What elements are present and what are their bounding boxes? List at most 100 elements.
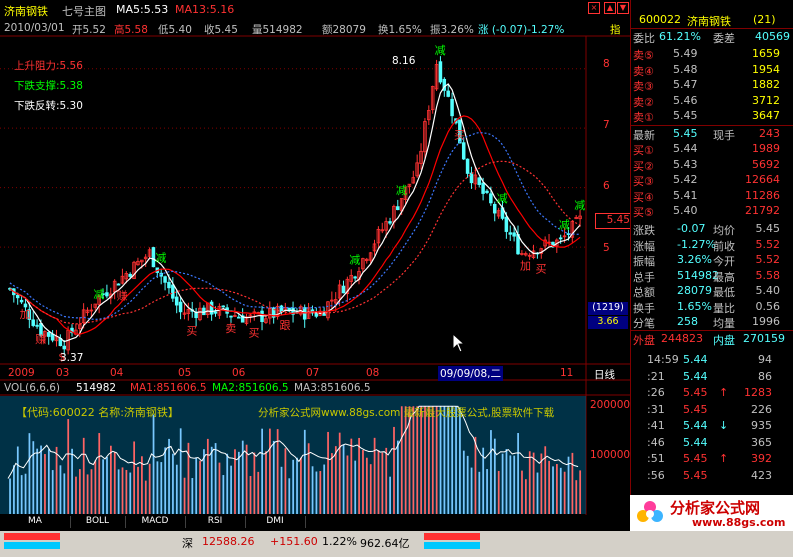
signal-marker: 买 — [186, 325, 197, 338]
volume-bar — [110, 445, 112, 514]
volume-bar — [571, 452, 574, 514]
signal-marker: 减 — [396, 184, 407, 197]
candle-body — [213, 311, 218, 314]
volume-bar — [261, 428, 264, 514]
volume-bar — [82, 437, 85, 514]
volume-bar — [16, 446, 19, 514]
status-bar-cyan-meter — [4, 542, 60, 549]
flower-logo-icon — [636, 499, 664, 527]
status-bar-cyan-meter-2 — [424, 542, 480, 549]
status-bar-red-meter-2 — [424, 533, 480, 540]
volume-bar — [36, 448, 39, 514]
tick-volume: 935 — [751, 419, 772, 432]
weibi-label: 委比 — [633, 32, 655, 45]
axis-price-8: 8 — [603, 58, 610, 70]
volume-bar — [24, 473, 27, 514]
axis-price-7: 7 — [603, 119, 610, 131]
volume-bar — [168, 438, 170, 514]
tab-macd[interactable]: MACD — [125, 516, 186, 528]
axis-price-6: 6 — [603, 180, 610, 192]
candle-body — [353, 276, 357, 279]
outer-value: 244823 — [661, 332, 703, 345]
tick-price: 5.44 — [683, 369, 708, 383]
tab-dmi[interactable]: DMI — [245, 516, 306, 528]
stat-row: 振幅 3.26% 今开 5.52 — [631, 252, 793, 268]
buy-volume: 21792 — [745, 204, 780, 217]
volume-bar — [67, 419, 70, 514]
candle-body — [105, 292, 109, 297]
tab-boll[interactable]: BOLL — [70, 516, 126, 528]
time-label-04: 04 — [110, 367, 124, 379]
sell-row: 卖② 5.46 3712 — [631, 93, 793, 109]
inner-value: 270159 — [743, 332, 785, 345]
last-price-row: 最新 5.45 现手 243 — [631, 125, 793, 142]
stat-row: 换手 1.65% 量比 0.56 — [631, 299, 793, 315]
signal-marker: 跟 — [279, 319, 290, 332]
stat-value: 5.58 — [755, 268, 781, 282]
volume-bar — [199, 460, 201, 514]
volume-bar — [245, 444, 248, 514]
sell-row: 卖③ 5.47 1882 — [631, 77, 793, 93]
stat-value: 28079 — [677, 284, 712, 297]
weibi-row: 委比 61.21% 委差 40569 — [631, 28, 793, 45]
volume-bar — [55, 446, 58, 514]
volume-bar — [404, 406, 407, 514]
volume-bar — [288, 478, 291, 514]
status-bar-red-meter — [4, 533, 60, 540]
signal-marker: 赚 — [117, 288, 128, 302]
tick-volume: 1283 — [744, 386, 772, 399]
quote-header: 600022 济南钢铁 (21) — [631, 12, 793, 28]
volume-bar — [241, 440, 244, 514]
candle-body — [116, 283, 121, 286]
tick-row: :41 5.44 ↓ 935 — [631, 418, 793, 433]
vol-ma1-label: MA1:851606.5 — [130, 382, 207, 394]
volume-bar — [75, 476, 77, 514]
volume-bar — [90, 469, 93, 514]
period-tab[interactable]: 日线 — [594, 367, 615, 382]
sell-row: 卖④ 5.48 1954 — [631, 62, 793, 78]
candle-body — [209, 301, 214, 315]
sell-price: 5.45 — [673, 109, 698, 122]
volume-bar — [160, 462, 163, 514]
time-label-05: 05 — [178, 367, 192, 379]
volume-bar — [416, 406, 419, 514]
tick-price: 5.45 — [683, 402, 708, 416]
tick-volume: 392 — [751, 452, 772, 465]
vol-axis-200000: 200000 — [590, 399, 631, 411]
candle-body — [260, 310, 264, 323]
volume-bar — [346, 455, 349, 514]
volume-bar — [493, 438, 496, 514]
tick-row: :31 5.45 226 — [631, 402, 793, 417]
index-amount: 962.64亿 — [360, 537, 410, 550]
sell-volume: 1882 — [752, 78, 780, 91]
tick-row: :21 5.44 86 — [631, 369, 793, 384]
sell-price: 5.48 — [673, 62, 698, 76]
volume-bar — [447, 406, 450, 514]
buy-row: 买③ 5.42 12664 — [631, 172, 793, 188]
stat-value: 5.52 — [755, 253, 781, 266]
candle-body — [171, 284, 175, 299]
outer-inner-row: 外盘 244823 内盘 270159 — [631, 330, 793, 347]
watermark-left: 【代码:600022 名称:济南钢铁】 — [16, 406, 179, 419]
buy-row: 买④ 5.41 11286 — [631, 188, 793, 204]
candle-body — [15, 294, 20, 299]
candle-body — [485, 190, 489, 193]
volume-bar — [265, 451, 267, 514]
tick-price: 5.45 — [683, 468, 708, 482]
kline-chart[interactable]: 加赚$减 赚减买卖买跟减减减买减加 买减减 — [0, 0, 630, 515]
volume-bar — [389, 476, 391, 514]
volume-bar — [342, 444, 345, 514]
volume-bar — [362, 450, 364, 514]
volume-bar — [78, 469, 81, 514]
sell-level-label: 卖① — [633, 111, 654, 124]
tab-ma[interactable]: MA — [0, 516, 71, 528]
candle-body — [446, 90, 450, 97]
quote-code: 600022 — [639, 13, 681, 26]
signal-marker: 减 — [93, 288, 104, 301]
volume-bar — [509, 455, 512, 514]
volume-bar — [544, 446, 547, 514]
volume-bar — [354, 460, 357, 514]
volume-bar — [296, 457, 298, 514]
tab-rsi[interactable]: RSI — [185, 516, 246, 528]
volume-bar — [548, 460, 551, 514]
